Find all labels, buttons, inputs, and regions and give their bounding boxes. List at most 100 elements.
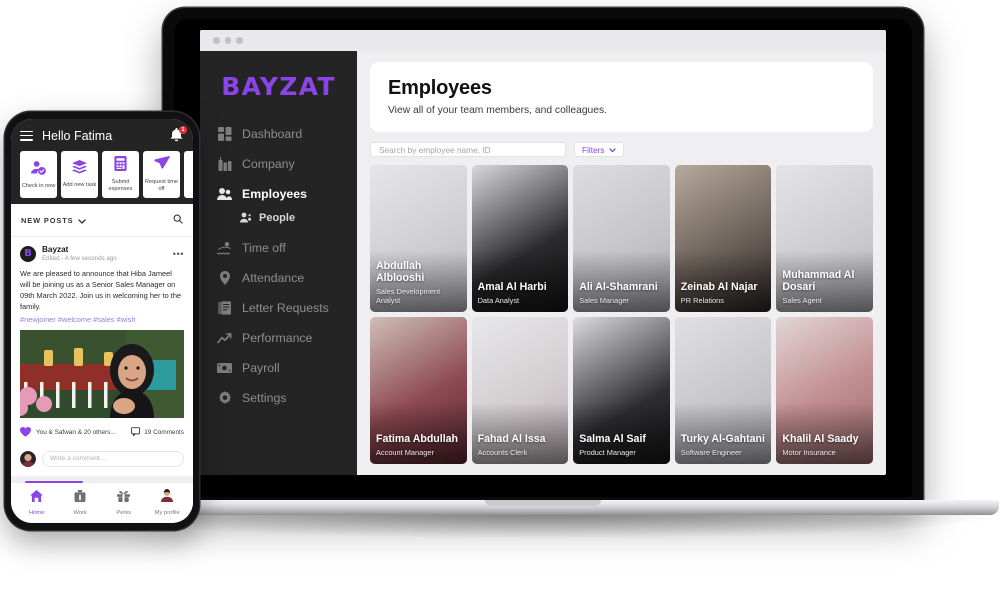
sidebar-item-label: Settings xyxy=(242,391,287,405)
quick-actions: Check in now Add new task Submit expenses R… xyxy=(20,151,193,199)
comment-bubble-icon[interactable] xyxy=(131,427,141,438)
chevron-down-icon[interactable] xyxy=(78,211,87,229)
quick-action-submit-expenses[interactable]: Submit expenses xyxy=(102,151,139,199)
sidebar-item-label: Letter Requests xyxy=(242,301,329,315)
comment-placeholder: Write a comment... xyxy=(50,455,106,463)
filters-label: Filters xyxy=(582,144,605,155)
phone-nav-item-home[interactable]: Home xyxy=(15,489,59,516)
employee-meta: Abdullah Alblooshi Sales Development Anal… xyxy=(376,260,462,305)
employee-card[interactable]: Amal Al Harbi Data Analyst xyxy=(471,165,569,312)
employee-card[interactable]: Muhammad Al Dosari Sales Agent xyxy=(776,165,873,312)
more-options-icon[interactable]: ••• xyxy=(173,249,184,259)
page-header-card: Employees View all of your team members,… xyxy=(370,62,873,132)
post-body: We are pleased to announce that Hiba Jam… xyxy=(20,269,182,312)
phone-nav-label: My profile xyxy=(154,510,180,516)
comment-compose-row: Write a comment... xyxy=(11,447,193,476)
submit-expenses-icon xyxy=(114,155,127,176)
employee-card[interactable]: Fatima Abdullah Account Manager xyxy=(370,317,467,464)
employees-icon xyxy=(217,187,232,202)
letter-requests-icon xyxy=(217,301,232,316)
laptop-lid: BAYZAT Dashboard Company Employees Peopl… xyxy=(87,8,999,515)
avatar xyxy=(20,450,36,467)
employee-meta: Zeinab Al Najar PR Relations xyxy=(681,281,767,305)
phone-nav-label: Work xyxy=(73,510,87,516)
comment-input[interactable]: Write a comment... xyxy=(42,450,184,467)
search-input[interactable]: Search by employee name, ID xyxy=(370,142,566,157)
sidebar-item-performance[interactable]: Performance xyxy=(200,323,357,353)
phone-greeting: Hello Fatima xyxy=(42,128,113,143)
add-task-icon xyxy=(72,160,87,179)
laptop-base xyxy=(87,500,999,515)
employee-name: Khalil Al Saady xyxy=(782,433,859,446)
employee-role: PR Relations xyxy=(680,296,724,305)
employee-card[interactable]: Ali Al-Shamrani Sales Manager xyxy=(573,165,670,312)
sidebar-item-settings[interactable]: Settings xyxy=(200,383,357,413)
employee-card[interactable]: Turky Al-Gahtani Software Engineer xyxy=(674,317,772,464)
sidebar-item-employees[interactable]: Employees xyxy=(200,179,357,209)
employee-name: Abdullah Alblooshi xyxy=(376,260,425,285)
quick-action-request-time-off[interactable]: Request time off xyxy=(143,151,180,199)
search-icon[interactable] xyxy=(173,211,183,229)
phone-screen: Hello Fatima 1 Check in now Add new task S… xyxy=(11,119,193,523)
search-placeholder: Search by employee name, ID xyxy=(379,144,491,155)
time-off-icon xyxy=(217,241,232,256)
employee-card[interactable]: Salma Al Saif Product Manager xyxy=(573,317,670,464)
sidebar-item-dashboard[interactable]: Dashboard xyxy=(200,119,357,149)
sidebar-item-company[interactable]: Company xyxy=(200,149,357,179)
quick-action-label: Request time off xyxy=(145,178,178,193)
bayzat-logo[interactable]: BAYZAT xyxy=(200,72,357,119)
window-maximize-dot[interactable] xyxy=(236,37,243,44)
post-hashtags[interactable]: #newjoiner #welcome #sales #wish xyxy=(20,315,184,324)
avatar: B xyxy=(20,245,36,262)
employee-meta: Amal Al Harbi Data Analyst xyxy=(478,281,564,305)
feed-filter-bar: NEW POSTS xyxy=(11,204,193,238)
notification-bell-icon[interactable]: 1 xyxy=(170,126,187,143)
employee-role: Sales Agent xyxy=(782,296,822,305)
home-icon xyxy=(30,489,44,507)
sidebar-item-attendance[interactable]: Attendance xyxy=(200,263,357,293)
laptop-shadow xyxy=(67,513,1000,539)
window-minimize-dot[interactable] xyxy=(224,37,231,44)
employee-card[interactable]: Zeinab Al Najar PR Relations xyxy=(674,165,772,312)
hamburger-menu-icon[interactable] xyxy=(20,128,33,143)
attendance-pin-icon xyxy=(217,271,232,286)
filters-button[interactable]: Filters xyxy=(574,142,624,157)
sidebar-subitem-people[interactable]: People xyxy=(200,209,357,233)
quick-action-more-action[interactable]: Ch xyxy=(184,151,193,199)
heart-icon[interactable] xyxy=(20,424,31,442)
sidebar-item-label: Payroll xyxy=(242,361,280,375)
browser-chrome-bar xyxy=(200,30,886,51)
company-icon xyxy=(217,157,232,172)
post-likes-text: You & Safwan & 20 others... xyxy=(36,429,116,437)
laptop-device: BAYZAT Dashboard Company Employees Peopl… xyxy=(67,8,1000,539)
employee-name: Turky Al-Gahtani xyxy=(680,433,765,446)
employee-role: Sales Manager xyxy=(579,296,629,305)
employee-name: Muhammad Al Dosari xyxy=(782,269,855,294)
briefcase-icon xyxy=(74,489,86,507)
window-close-dot[interactable] xyxy=(213,37,220,44)
phone-nav-item-work[interactable]: Work xyxy=(59,489,103,516)
employee-card[interactable]: Abdullah Alblooshi Sales Development Anal… xyxy=(370,165,467,312)
performance-trend-icon xyxy=(217,331,232,346)
employee-name: Amal Al Harbi xyxy=(477,281,547,294)
quick-action-check-in[interactable]: Check in now xyxy=(20,151,57,199)
employee-meta: Khalil Al Saady Motor Insurance xyxy=(782,433,868,457)
employee-name: Fahad Al Issa xyxy=(477,433,546,446)
toolbar: Search by employee name, ID Filters xyxy=(370,142,873,157)
employee-card[interactable]: Khalil Al Saady Motor Insurance xyxy=(776,317,873,464)
sidebar-item-payroll[interactable]: Payroll xyxy=(200,353,357,383)
phone-nav-item-my-profile[interactable]: My profile xyxy=(146,489,190,516)
sidebar-item-label: Attendance xyxy=(242,271,305,285)
sidebar-subitem-label: People xyxy=(259,212,296,224)
sidebar-item-letter-requests[interactable]: Letter Requests xyxy=(200,293,357,323)
phone-bottom-nav: Home Work Perks My profile xyxy=(11,481,193,523)
request-time-off-icon xyxy=(153,155,170,176)
employee-card[interactable]: Fahad Al Issa Accounts Clerk xyxy=(471,317,569,464)
quick-action-add-task[interactable]: Add new task xyxy=(61,151,98,199)
laptop-screen: BAYZAT Dashboard Company Employees Peopl… xyxy=(200,30,886,475)
employee-role: Account Manager xyxy=(376,448,434,457)
profile-avatar-icon xyxy=(161,489,174,507)
phone-nav-item-perks[interactable]: Perks xyxy=(102,489,146,516)
sidebar-item-time-off[interactable]: Time off xyxy=(200,233,357,263)
quick-action-label: Add new task xyxy=(62,182,97,189)
